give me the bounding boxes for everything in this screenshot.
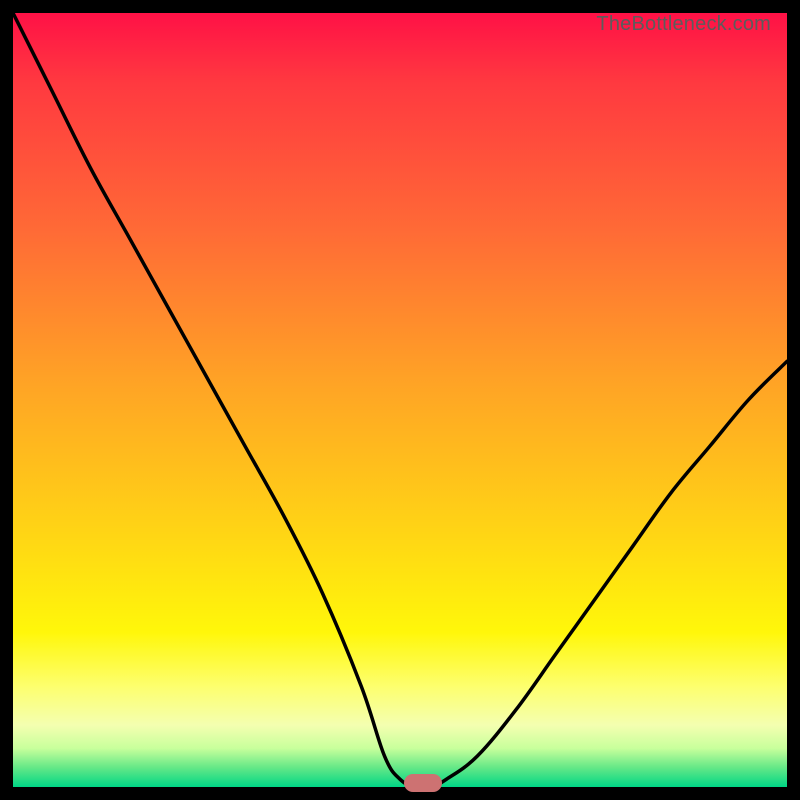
chart-container: TheBottleneck.com	[0, 0, 800, 800]
plot-area: TheBottleneck.com	[13, 13, 787, 787]
optimal-point-marker	[404, 774, 442, 792]
bottleneck-curve	[13, 13, 787, 787]
